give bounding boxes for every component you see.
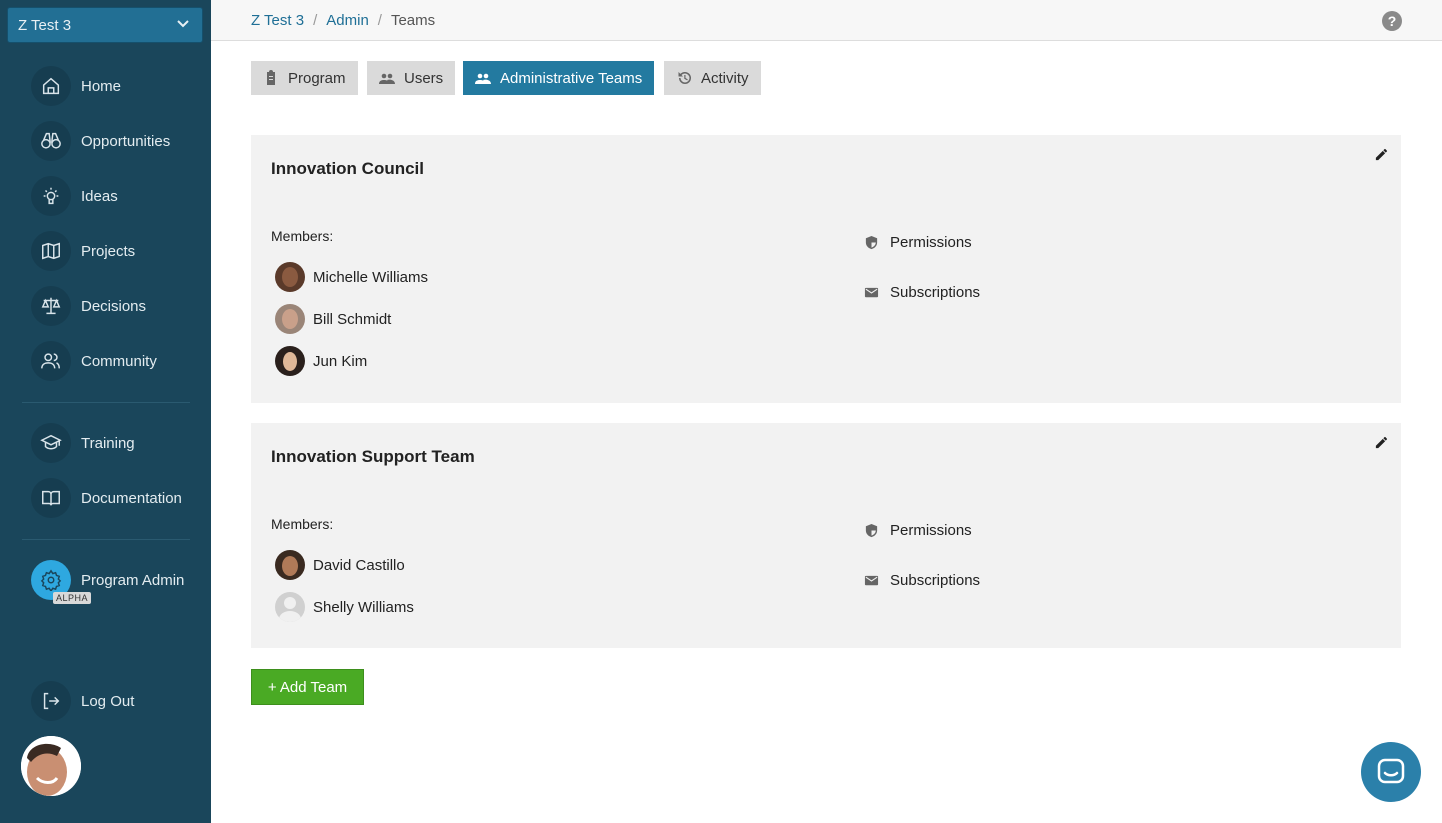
top-header: Z Test 3/Admin / Teams ?: [211, 0, 1442, 41]
sidebar-item-ideas[interactable]: Ideas: [31, 176, 118, 216]
team-card: Innovation Council Members: Michelle Wil…: [251, 135, 1401, 403]
member-name: Michelle Williams: [313, 268, 429, 286]
permissions-link[interactable]: Permissions: [864, 522, 972, 539]
sidebar-item-label: Community: [81, 352, 157, 370]
sidebar-item-community[interactable]: Community: [31, 341, 157, 381]
sidebar-item-opportunities[interactable]: Opportunities: [31, 121, 170, 161]
sidebar-item-label: Training: [81, 434, 135, 452]
users-icon: [379, 73, 395, 84]
sidebar-item-label: Home: [81, 77, 122, 95]
subscriptions-label: Subscriptions: [890, 284, 981, 301]
history-icon: [678, 71, 691, 84]
member-avatar: [275, 550, 305, 580]
sidebar-item-label: Program Admin: [81, 571, 185, 589]
member-name: Shelly Williams: [313, 598, 414, 616]
sidebar-divider: [22, 402, 190, 403]
add-team-button[interactable]: + Add Team: [251, 669, 364, 705]
member-item[interactable]: Michelle Williams: [275, 262, 428, 292]
envelope-icon: [864, 575, 879, 586]
people-icon: [31, 341, 71, 381]
graduation-cap-icon: [31, 423, 71, 463]
member-item[interactable]: Jun Kim: [275, 346, 367, 376]
tab-label: Administrative Teams: [500, 69, 643, 87]
shield-icon: [865, 523, 878, 538]
user-photo: [21, 736, 81, 796]
chat-launcher-button[interactable]: [1361, 742, 1421, 802]
sidebar-item-projects[interactable]: Projects: [31, 231, 135, 271]
alpha-badge: ALPHA: [53, 592, 92, 604]
book-icon: [31, 478, 71, 518]
members-label: Members:: [271, 516, 334, 532]
edit-pencil-icon[interactable]: [1374, 435, 1389, 450]
sidebar-item-log-out[interactable]: Log Out: [31, 681, 134, 721]
tab-activity[interactable]: Activity: [664, 61, 761, 95]
permissions-label: Permissions: [890, 522, 972, 539]
tab-program[interactable]: Program: [251, 61, 358, 95]
user-avatar[interactable]: [21, 736, 81, 796]
sidebar-item-label: Documentation: [81, 489, 182, 507]
subscriptions-label: Subscriptions: [890, 572, 981, 589]
logout-icon: [31, 681, 71, 721]
scale-icon: [31, 286, 71, 326]
sidebar-item-label: Opportunities: [81, 132, 171, 150]
permissions-link[interactable]: Permissions: [864, 234, 972, 251]
team-card: Innovation Support Team Members: David C…: [251, 423, 1401, 648]
subscriptions-link[interactable]: Subscriptions: [864, 572, 980, 589]
binoculars-icon: [31, 121, 71, 161]
member-avatar-placeholder: [275, 592, 305, 622]
members-label: Members:: [271, 228, 334, 244]
sidebar-item-label: Log Out: [81, 692, 135, 710]
member-name: Jun Kim: [313, 352, 368, 370]
permissions-label: Permissions: [890, 234, 972, 251]
breadcrumb: Z Test 3/Admin / Teams: [251, 12, 436, 29]
lightbulb-icon: [31, 176, 71, 216]
breadcrumb-current: Teams: [390, 12, 436, 29]
member-item[interactable]: Shelly Williams: [275, 592, 414, 622]
program-selector-label: Z Test 3: [18, 17, 72, 34]
breadcrumb-program-link[interactable]: Z Test 3: [251, 12, 304, 29]
help-icon[interactable]: ?: [1382, 11, 1402, 31]
member-item[interactable]: David Castillo: [275, 550, 405, 580]
edit-pencil-icon[interactable]: [1374, 147, 1389, 162]
sidebar: Z Test 3 Home Opportunities Ideas Projec…: [0, 0, 211, 823]
member-item[interactable]: Bill Schmidt: [275, 304, 391, 334]
subscriptions-link[interactable]: Subscriptions: [864, 284, 980, 301]
member-avatar: [275, 262, 305, 292]
member-name: Bill Schmidt: [313, 310, 392, 328]
team-name: Innovation Council: [271, 159, 424, 178]
sidebar-item-decisions[interactable]: Decisions: [31, 286, 146, 326]
sidebar-item-documentation[interactable]: Documentation: [31, 478, 182, 518]
sidebar-divider: [22, 539, 190, 540]
tab-label: Activity: [701, 69, 749, 87]
sidebar-item-label: Projects: [81, 242, 136, 260]
tab-users[interactable]: Users: [367, 61, 456, 95]
users-icon: [475, 73, 491, 84]
member-avatar: [275, 304, 305, 334]
map-icon: [31, 231, 71, 271]
tab-administrative-teams[interactable]: Administrative Teams: [463, 61, 655, 95]
tab-label: Users: [404, 69, 444, 87]
chat-icon: [1377, 758, 1405, 784]
chevron-down-icon: [177, 20, 189, 28]
program-selector[interactable]: Z Test 3: [7, 7, 203, 43]
sidebar-item-label: Ideas: [81, 187, 118, 205]
member-avatar: [275, 346, 305, 376]
envelope-icon: [864, 287, 879, 298]
home-icon: [31, 66, 71, 106]
member-name: David Castillo: [313, 556, 405, 574]
sidebar-item-home[interactable]: Home: [31, 66, 121, 106]
team-name: Innovation Support Team: [271, 447, 475, 466]
sidebar-item-label: Decisions: [81, 297, 147, 315]
breadcrumb-admin-link[interactable]: Admin: [326, 12, 369, 29]
sidebar-item-training[interactable]: Training: [31, 423, 135, 463]
clipboard-icon: [267, 70, 275, 85]
shield-icon: [865, 235, 878, 250]
tab-label: Program: [288, 69, 346, 87]
